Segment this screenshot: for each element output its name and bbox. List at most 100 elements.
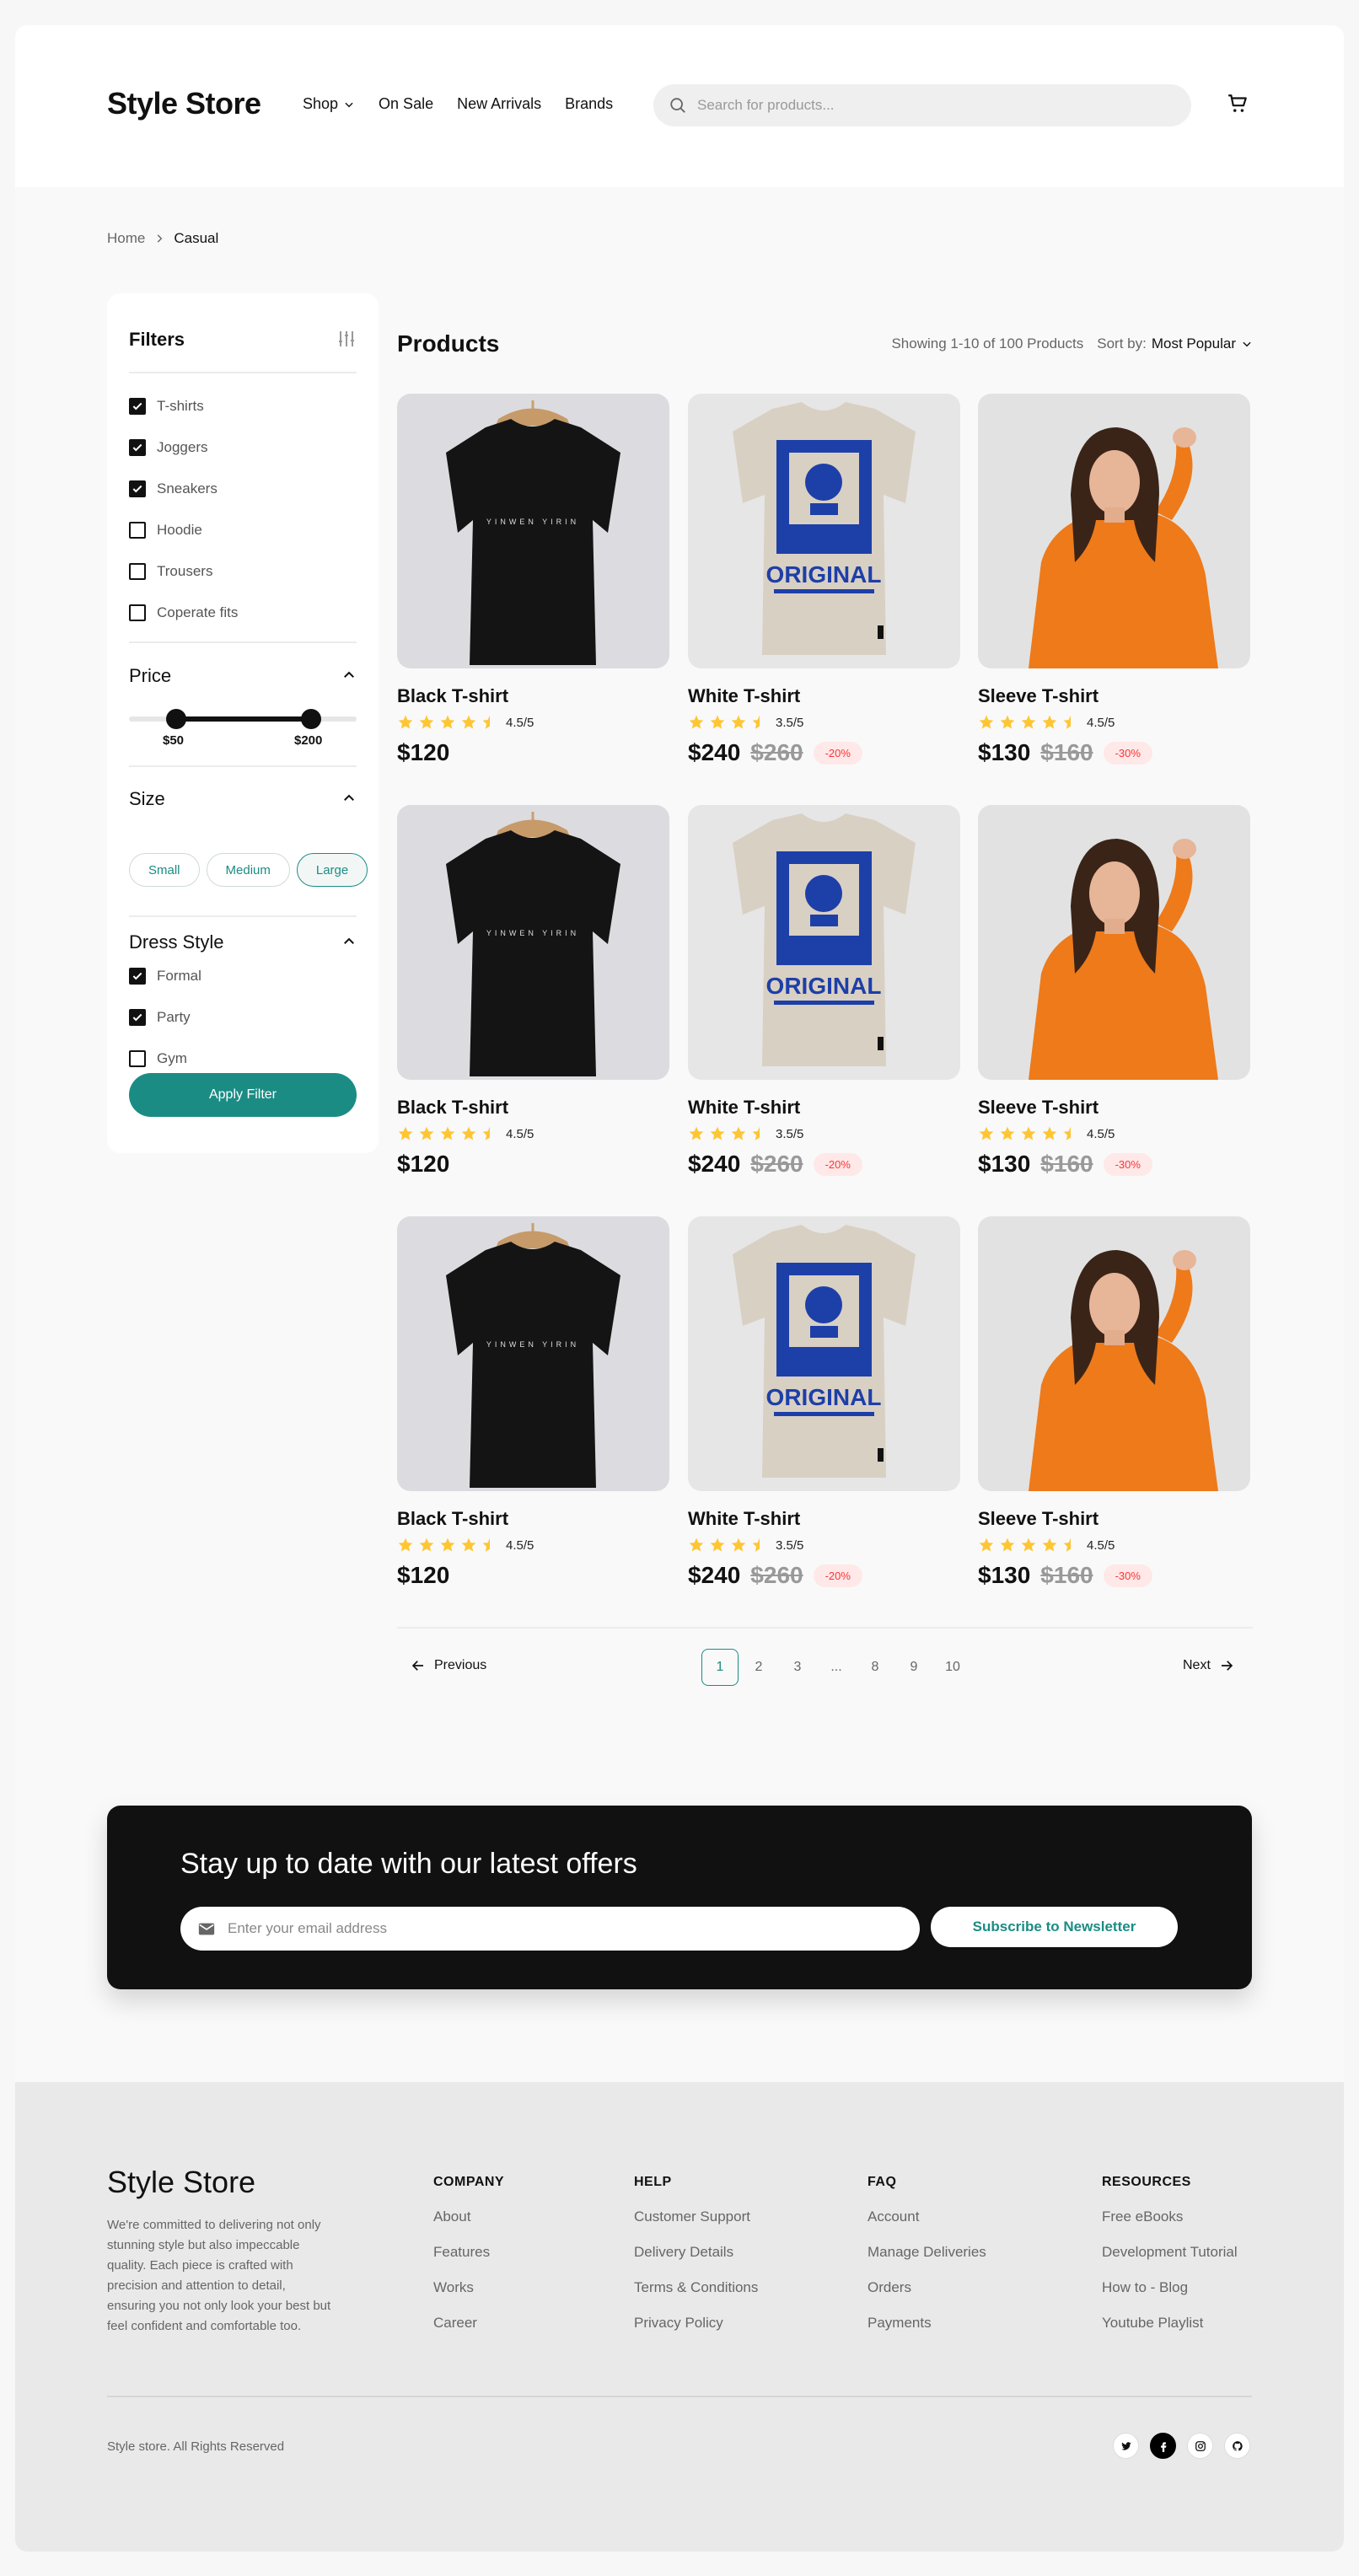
product-image[interactable] xyxy=(978,1216,1250,1491)
chevron-up-icon[interactable] xyxy=(341,934,357,949)
product-image[interactable]: ORIGINAL xyxy=(688,1216,960,1491)
size-option-medium[interactable]: Medium xyxy=(206,853,290,887)
checkbox-box[interactable] xyxy=(129,563,146,580)
facebook-button[interactable] xyxy=(1150,2433,1176,2459)
next-button[interactable]: Next xyxy=(1183,1650,1234,1682)
product-name[interactable]: White T-shirt xyxy=(688,685,960,707)
size-option-small[interactable]: Small xyxy=(129,853,200,887)
filter-settings-button[interactable] xyxy=(336,329,357,353)
product-name[interactable]: Black T-shirt xyxy=(397,1508,669,1530)
site-logo[interactable]: Style Store xyxy=(107,86,261,121)
product-price-row: $120 xyxy=(397,739,669,766)
product-image[interactable]: YINWEN YIRIN xyxy=(397,1216,669,1491)
product-name[interactable]: Sleeve T-shirt xyxy=(978,1508,1250,1530)
search-input[interactable] xyxy=(697,97,1169,114)
size-option-large[interactable]: Large xyxy=(296,853,368,887)
product-name[interactable]: Sleeve T-shirt xyxy=(978,685,1250,707)
product-image[interactable]: ORIGINAL xyxy=(688,394,960,668)
chevron-down-icon[interactable] xyxy=(1241,338,1253,350)
price-slider[interactable]: $50 $200 xyxy=(129,709,357,748)
footer-link[interactable]: Features xyxy=(433,2244,504,2261)
product-card[interactable]: YINWEN YIRIN Black T-shirt 4.5/5 $120 xyxy=(397,1216,669,1589)
footer-link[interactable]: Works xyxy=(433,2279,504,2296)
github-button[interactable] xyxy=(1224,2433,1250,2459)
filter-checkbox[interactable]: Party xyxy=(129,1009,191,1026)
product-card[interactable]: Sleeve T-shirt 4.5/5 $130 $160 -30% xyxy=(978,1216,1250,1589)
star-icon xyxy=(1042,1538,1057,1552)
footer-link[interactable]: Youtube Playlist xyxy=(1102,2315,1238,2332)
footer-link[interactable]: Delivery Details xyxy=(634,2244,758,2261)
sort-dropdown[interactable]: Most Popular xyxy=(1152,335,1236,352)
footer-link[interactable]: Career xyxy=(433,2315,504,2332)
product-image[interactable] xyxy=(978,394,1250,668)
footer-link[interactable]: How to - Blog xyxy=(1102,2279,1238,2296)
product-name[interactable]: Black T-shirt xyxy=(397,685,669,707)
footer-link[interactable]: Manage Deliveries xyxy=(868,2244,986,2261)
checkbox-box[interactable] xyxy=(129,398,146,415)
filter-checkbox[interactable]: T-shirts xyxy=(129,398,204,415)
filter-checkbox[interactable]: Hoodie xyxy=(129,522,202,539)
product-card[interactable]: ORIGINAL White T-shirt 3.5/5 $240 $260 -… xyxy=(688,394,960,766)
product-image[interactable]: YINWEN YIRIN xyxy=(397,805,669,1080)
product-card[interactable]: ORIGINAL White T-shirt 3.5/5 $240 $260 -… xyxy=(688,805,960,1178)
checkbox-box[interactable] xyxy=(129,439,146,456)
product-name[interactable]: White T-shirt xyxy=(688,1508,960,1530)
footer-link[interactable]: Payments xyxy=(868,2315,986,2332)
product-name[interactable]: White T-shirt xyxy=(688,1097,960,1119)
footer-link[interactable]: Account xyxy=(868,2208,986,2225)
checkbox-box[interactable] xyxy=(129,522,146,539)
filter-checkbox[interactable]: Formal xyxy=(129,968,201,985)
chevron-up-icon[interactable] xyxy=(341,791,357,806)
filter-checkbox[interactable]: Joggers xyxy=(129,439,207,456)
checkbox-box[interactable] xyxy=(129,604,146,621)
footer-link[interactable]: Development Tutorial xyxy=(1102,2244,1238,2261)
page-10[interactable]: 10 xyxy=(934,1649,971,1686)
product-image[interactable]: YINWEN YIRIN xyxy=(397,394,669,668)
email-input[interactable] xyxy=(228,1920,885,1937)
page-3[interactable]: 3 xyxy=(779,1649,816,1686)
chevron-up-icon[interactable] xyxy=(341,668,357,683)
subscribe-button[interactable]: Subscribe to Newsletter xyxy=(931,1907,1178,1947)
checkbox-box[interactable] xyxy=(129,1009,146,1026)
nav-new-arrivals[interactable]: New Arrivals xyxy=(457,95,541,113)
cart-button[interactable] xyxy=(1227,93,1249,119)
footer-link[interactable]: Customer Support xyxy=(634,2208,758,2225)
footer-link[interactable]: About xyxy=(433,2208,504,2225)
checkbox-box[interactable] xyxy=(129,968,146,985)
product-card[interactable]: YINWEN YIRIN Black T-shirt 4.5/5 $120 xyxy=(397,394,669,766)
page-9[interactable]: 9 xyxy=(895,1649,932,1686)
instagram-button[interactable] xyxy=(1187,2433,1213,2459)
footer-link[interactable]: Orders xyxy=(868,2279,986,2296)
product-card[interactable]: Sleeve T-shirt 4.5/5 $130 $160 -30% xyxy=(978,805,1250,1178)
nav-brands[interactable]: Brands xyxy=(565,95,613,113)
product-card[interactable]: YINWEN YIRIN Black T-shirt 4.5/5 $120 xyxy=(397,805,669,1178)
slider-min-handle[interactable] xyxy=(166,709,186,729)
page-2[interactable]: 2 xyxy=(740,1649,777,1686)
checkbox-box[interactable] xyxy=(129,480,146,497)
slider-max-handle[interactable] xyxy=(301,709,321,729)
product-name[interactable]: Sleeve T-shirt xyxy=(978,1097,1250,1119)
filter-checkbox[interactable]: Trousers xyxy=(129,563,212,580)
product-name[interactable]: Black T-shirt xyxy=(397,1097,669,1119)
product-image[interactable]: ORIGINAL xyxy=(688,805,960,1080)
twitter-button[interactable] xyxy=(1113,2433,1139,2459)
page-8[interactable]: 8 xyxy=(857,1649,894,1686)
product-card[interactable]: Sleeve T-shirt 4.5/5 $130 $160 -30% xyxy=(978,394,1250,766)
search-bar[interactable] xyxy=(653,84,1191,126)
product-image[interactable] xyxy=(978,805,1250,1080)
previous-button[interactable]: Previous xyxy=(411,1650,486,1682)
filter-checkbox[interactable]: Coperate fits xyxy=(129,604,238,621)
nav-shop[interactable]: Shop xyxy=(303,95,355,113)
footer-link[interactable]: Free eBooks xyxy=(1102,2208,1238,2225)
email-field[interactable] xyxy=(180,1907,920,1951)
footer-link[interactable]: Privacy Policy xyxy=(634,2315,758,2332)
apply-filter-button[interactable]: Apply Filter xyxy=(129,1073,357,1117)
page-1[interactable]: 1 xyxy=(701,1649,739,1686)
product-card[interactable]: ORIGINAL White T-shirt 3.5/5 $240 $260 -… xyxy=(688,1216,960,1589)
checkbox-box[interactable] xyxy=(129,1050,146,1067)
filter-checkbox[interactable]: Sneakers xyxy=(129,480,218,497)
nav-on-sale[interactable]: On Sale xyxy=(379,95,433,113)
filter-checkbox[interactable]: Gym xyxy=(129,1050,187,1067)
breadcrumb-home[interactable]: Home xyxy=(107,230,145,247)
footer-link[interactable]: Terms & Conditions xyxy=(634,2279,758,2296)
